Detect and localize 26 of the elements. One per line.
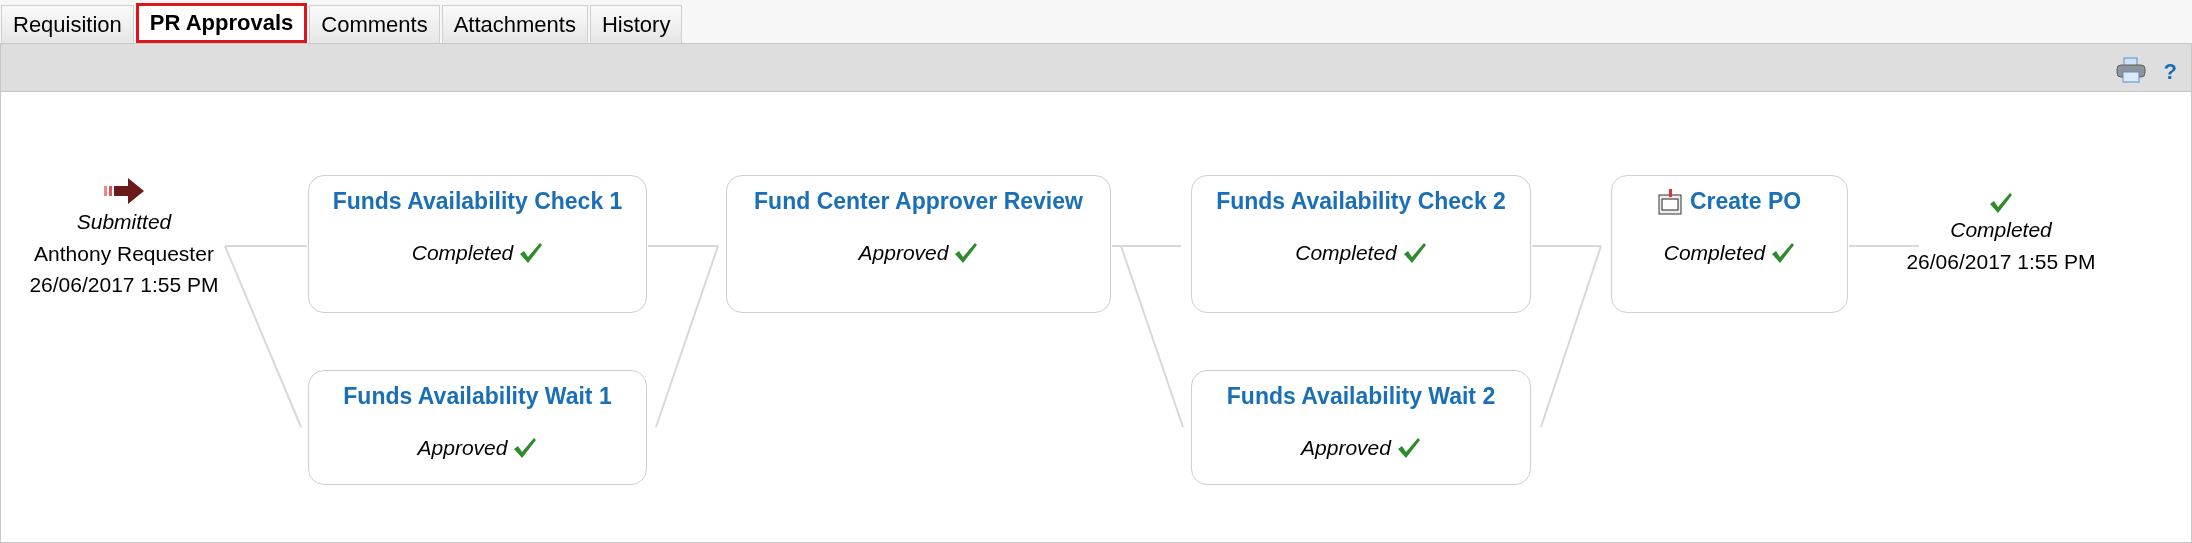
tab[interactable]: PR Approvals xyxy=(135,3,308,43)
completed-date: 26/06/2017 1:55 PM xyxy=(1906,249,2096,275)
step-title[interactable]: Funds Availability Check 1 xyxy=(332,188,623,215)
step-title[interactable]: Funds Availability Wait 1 xyxy=(343,383,612,410)
tab[interactable]: History xyxy=(589,5,683,43)
tab[interactable]: Requisition xyxy=(1,5,134,43)
requester-name: Anthony Requester xyxy=(34,241,214,267)
step-title[interactable]: Create PO xyxy=(1657,188,1802,215)
tab[interactable]: Comments xyxy=(309,5,440,43)
step-title[interactable]: Fund Center Approver Review xyxy=(754,188,1083,215)
completed-status: Completed xyxy=(1950,217,2052,243)
printer-icon[interactable] xyxy=(2115,57,2146,83)
arrow-icon xyxy=(102,176,146,206)
submitted-status: Submitted xyxy=(76,209,172,235)
help-link[interactable]: ? xyxy=(2163,61,2177,83)
submitted-date: 26/06/2017 1:55 PM xyxy=(29,272,219,298)
step-status: Completed xyxy=(411,241,544,265)
step-status: Approved xyxy=(417,436,538,460)
step-title[interactable]: Funds Availability Check 2 xyxy=(1216,188,1506,215)
step-status: Approved xyxy=(1301,436,1421,460)
tab[interactable]: Attachments xyxy=(441,5,588,43)
step-status: Completed xyxy=(1663,241,1796,265)
step-status: Approved xyxy=(858,241,979,265)
step-title[interactable]: Funds Availability Wait 2 xyxy=(1226,383,1496,410)
document-icon xyxy=(1657,188,1682,215)
step-status: Completed xyxy=(1295,241,1427,265)
